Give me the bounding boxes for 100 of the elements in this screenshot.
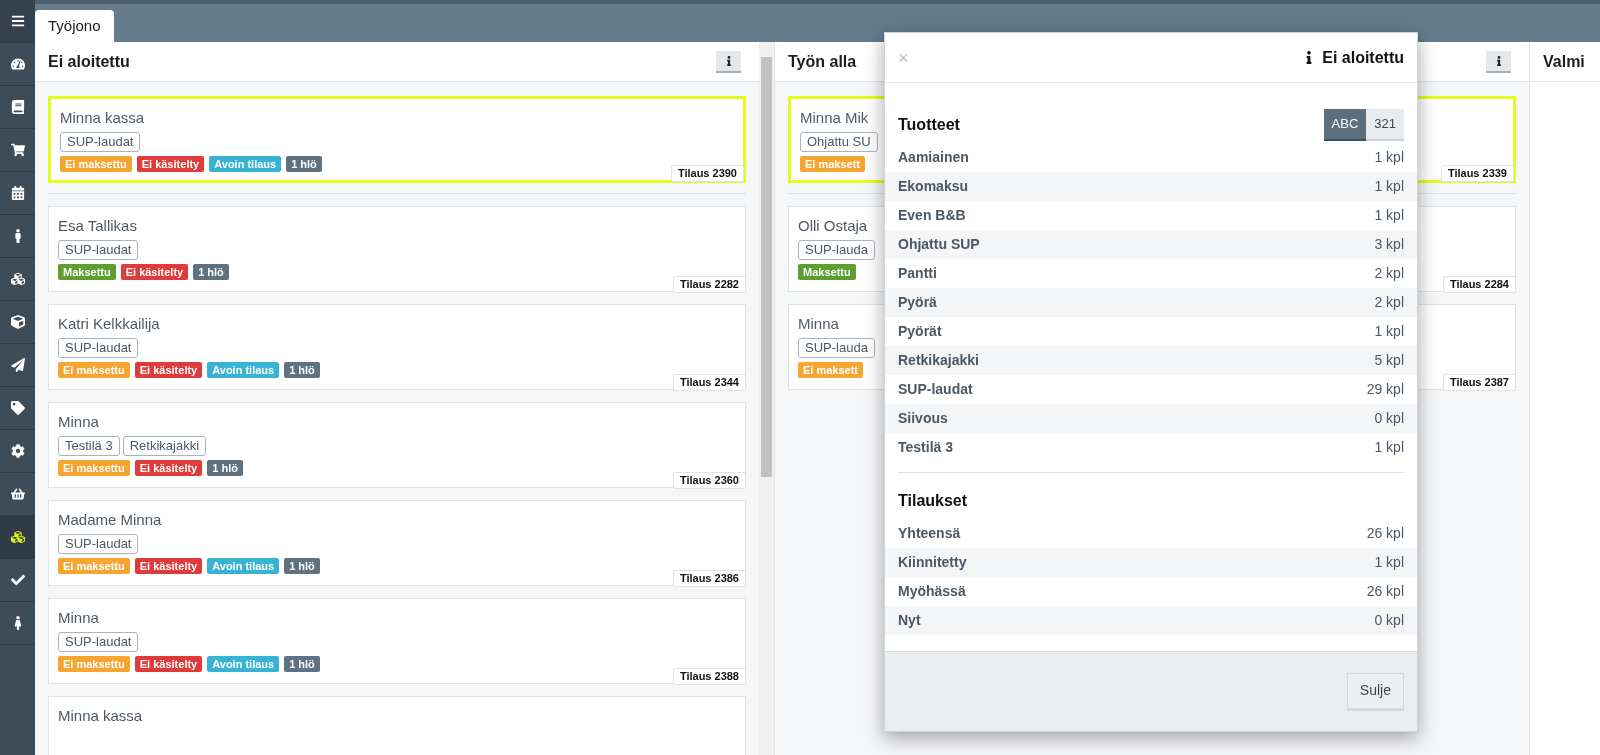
- status-badge: Ei maksett: [800, 156, 866, 172]
- row-value: 0 kpl: [1374, 409, 1404, 428]
- sidebar-item[interactable]: [0, 516, 35, 559]
- section-title: Tuotteet: [898, 115, 960, 135]
- status-badge: Ei käsitelty: [134, 362, 203, 378]
- row-value: 0 kpl: [1374, 611, 1404, 630]
- status-badge: Ei käsitelty: [136, 156, 205, 172]
- row-value: 26 kpl: [1366, 524, 1404, 543]
- product-chip: Retkikajakki: [122, 436, 207, 456]
- status-badge: Ei käsitelty: [120, 264, 189, 280]
- menu-icon: [10, 14, 25, 28]
- status-badge: Ei maksettu: [58, 558, 130, 574]
- product-chip: SUP-laudat: [58, 338, 139, 358]
- customer-name: Minna: [798, 314, 839, 334]
- row-value: 26 kpl: [1366, 582, 1404, 601]
- cart-icon: [10, 143, 25, 157]
- close-dialog-button[interactable]: Sulje: [1346, 672, 1404, 711]
- order-number: Tilaus 2386: [672, 570, 746, 587]
- order-card[interactable]: Madame Minna SUP-laudat Ei maksettu Ei käsitelty Avoin tilaus 1 hlö Tilaus 2386: [48, 500, 746, 586]
- status-badge: 1 hlö: [193, 264, 229, 280]
- row-value: 1 kpl: [1374, 438, 1404, 457]
- sort-toggle[interactable]: ABC: [1323, 109, 1367, 141]
- customer-name: Minna: [58, 412, 99, 432]
- basket-icon: [10, 487, 25, 501]
- row-label: Retkikajakki: [898, 351, 979, 370]
- order-number: Tilaus 2360: [672, 472, 746, 489]
- status-badge: Maksettu: [798, 264, 856, 280]
- status-badge: 1 hlö: [286, 156, 322, 172]
- status-badge: 1 hlö: [284, 558, 320, 574]
- product-chip: SUP-lauda: [798, 240, 875, 260]
- product-chip: SUP-lauda: [798, 338, 875, 358]
- row-value: 29 kpl: [1366, 380, 1404, 399]
- row-label: Pyörä: [898, 293, 937, 312]
- row-label: Pantti: [898, 264, 937, 283]
- order-card[interactable]: Minna kassa: [48, 696, 746, 755]
- info-button[interactable]: [716, 50, 741, 73]
- check-icon: [10, 573, 25, 587]
- gauge-icon: [10, 57, 25, 71]
- section-title: Tilaukset: [898, 491, 968, 511]
- row-label: Ekomaksu: [898, 177, 969, 196]
- customer-name: Minna Mik: [800, 108, 869, 128]
- book-icon: [10, 100, 25, 114]
- info-icon: [1495, 55, 1502, 66]
- tab[interactable]: Työjono: [35, 10, 114, 42]
- status-badge: Ei käsitelty: [134, 558, 203, 574]
- product-chip: Ohjattu SU: [800, 132, 878, 152]
- paper-plane-icon: [10, 358, 25, 372]
- row-label: Kiinnitetty: [898, 553, 967, 572]
- product-chip: SUP-laudat: [58, 240, 139, 260]
- row-value: 1 kpl: [1374, 553, 1404, 572]
- dialog-title: Ei aloitettu: [1322, 47, 1404, 68]
- row-label: Testilä 3: [898, 438, 953, 457]
- customer-name: Madame Minna: [58, 510, 162, 530]
- column-title: Valmi: [1543, 51, 1585, 72]
- customer-name: Minna kassa: [60, 108, 145, 128]
- order-number: Tilaus 2390: [670, 165, 744, 182]
- status-badge: Ei maksett: [798, 362, 864, 378]
- row-label: Myöhässä: [898, 582, 966, 601]
- calendar-icon: [10, 186, 25, 200]
- customer-name: Minna kassa: [58, 706, 143, 726]
- sidebar-item[interactable]: [0, 0, 35, 43]
- status-badge: Ei käsitelty: [134, 460, 203, 476]
- row-value: 1 kpl: [1374, 148, 1404, 167]
- status-badge: Ei maksettu: [58, 362, 130, 378]
- status-badge: Avoin tilaus: [207, 656, 280, 672]
- order-number: Tilaus 2387: [1442, 374, 1516, 391]
- order-number: Tilaus 2284: [1442, 276, 1516, 293]
- order-number: Tilaus 2388: [672, 668, 746, 685]
- customer-name: Minna: [58, 608, 99, 628]
- order-number: Tilaus 2339: [1440, 165, 1514, 182]
- sort-toggle[interactable]: 321: [1366, 109, 1404, 141]
- row-value: 1 kpl: [1374, 177, 1404, 196]
- customer-name: Esa Tallikas: [58, 216, 137, 236]
- settings-icon: [10, 444, 25, 458]
- order-card[interactable]: Minna kassa SUP-laudat Ei maksettu Ei käsitelty Avoin tilaus 1 hlö Tilaus 2390: [48, 96, 746, 183]
- scrollbar[interactable]: [759, 42, 774, 755]
- row-value: 2 kpl: [1374, 264, 1404, 283]
- cube-icon: [10, 315, 25, 329]
- order-card[interactable]: Minna Testilä 3 Retkikajakki Ei maksettu Ei käsitelty 1 hlö Tilaus 2360: [48, 402, 746, 488]
- info-button[interactable]: [1486, 50, 1511, 73]
- status-badge: Avoin tilaus: [209, 156, 282, 172]
- column-title: Työn alla: [788, 51, 857, 72]
- order-card[interactable]: Esa Tallikas SUP-laudat Maksettu Ei käsitelty 1 hlö Tilaus 2282: [48, 206, 746, 292]
- order-number: Tilaus 2282: [672, 276, 746, 293]
- tag-icon: [10, 401, 25, 415]
- column-title: Ei aloitettu: [48, 51, 130, 72]
- order-card[interactable]: Katri Kelkkailija SUP-laudat Ei maksettu Ei käsitelty Avoin tilaus 1 hlö Tilaus 2344: [48, 304, 746, 390]
- product-chip: Testilä 3: [58, 436, 120, 456]
- row-value: 3 kpl: [1374, 235, 1404, 254]
- row-label: Siivous: [898, 409, 948, 428]
- status-badge: Avoin tilaus: [207, 362, 280, 378]
- status-badge: 1 hlö: [284, 656, 320, 672]
- product-chip: SUP-laudat: [58, 534, 139, 554]
- row-label: Aamiainen: [898, 148, 969, 167]
- info-icon: [725, 55, 732, 66]
- row-label: Pyörät: [898, 322, 942, 341]
- order-card[interactable]: Minna SUP-laudat Ei maksettu Ei käsitelty Avoin tilaus 1 hlö Tilaus 2388: [48, 598, 746, 684]
- row-label: Yhteensä: [898, 524, 961, 543]
- row-value: 5 kpl: [1374, 351, 1404, 370]
- status-badge: Ei maksettu: [58, 656, 130, 672]
